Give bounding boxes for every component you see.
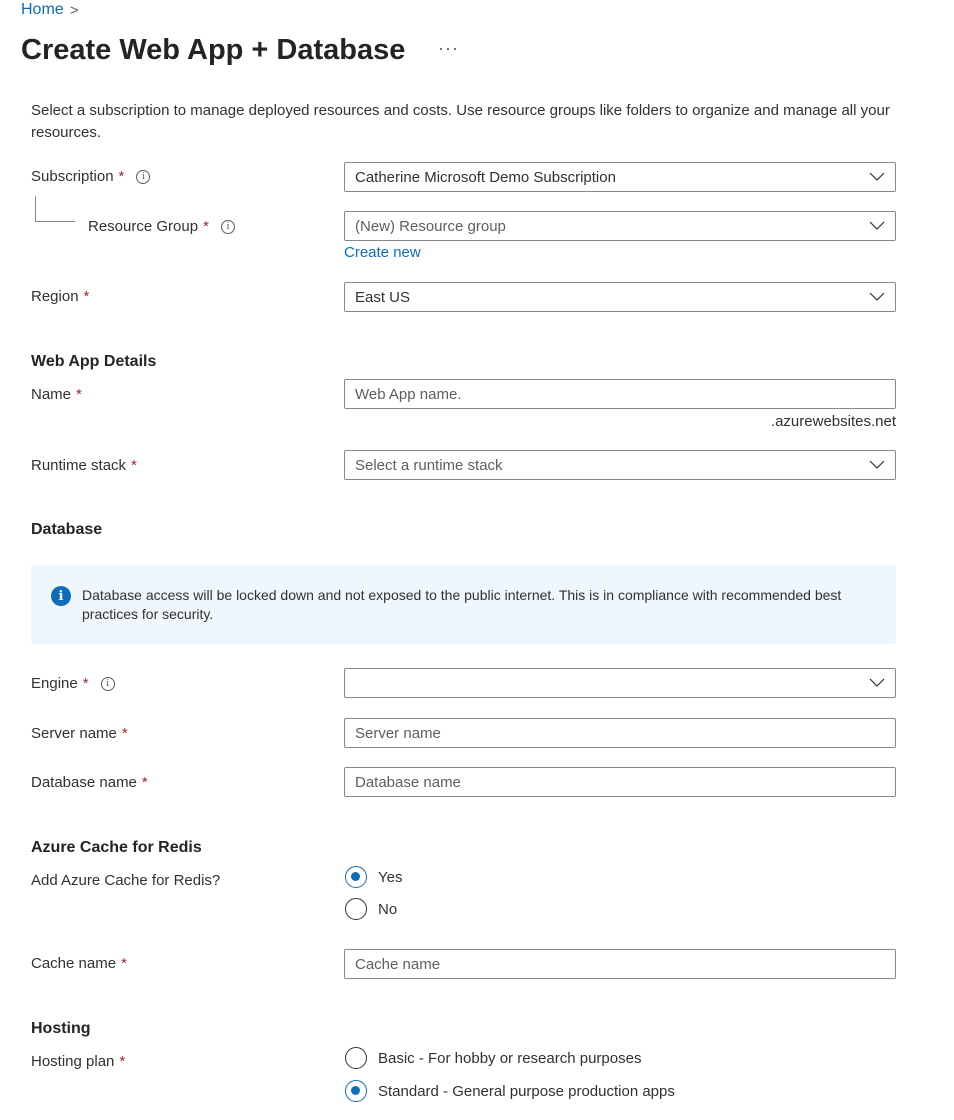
tree-connector <box>35 196 36 221</box>
redis-yes-radio[interactable]: Yes <box>345 866 402 888</box>
region-label: Region * <box>31 288 89 305</box>
resource-group-dropdown[interactable]: (New) Resource group <box>344 211 896 241</box>
required-marker: * <box>141 774 148 791</box>
domain-suffix: .azurewebsites.net <box>770 413 896 430</box>
chevron-down-icon <box>869 292 885 301</box>
redis-heading: Azure Cache for Redis <box>31 839 202 856</box>
radio-unselected-icon <box>345 1047 367 1069</box>
cache-name-placeholder: Cache name <box>355 955 441 973</box>
more-options-icon[interactable]: ··· <box>438 38 459 59</box>
required-marker: * <box>121 955 127 972</box>
tree-connector <box>35 221 75 222</box>
runtime-stack-label: Runtime stack * <box>31 457 137 474</box>
region-dropdown[interactable]: East US <box>344 282 896 312</box>
runtime-stack-dropdown[interactable]: Select a runtime stack <box>344 450 896 480</box>
engine-label-text: Engine <box>31 675 78 692</box>
required-marker: * <box>76 386 82 403</box>
cache-name-label: Cache name * <box>31 955 127 972</box>
runtime-stack-placeholder: Select a runtime stack <box>355 456 503 474</box>
engine-label: Engine * i <box>31 675 115 692</box>
database-heading: Database <box>31 521 103 538</box>
redis-yes-label: Yes <box>378 868 403 886</box>
chevron-down-icon <box>869 460 885 469</box>
hosting-standard-label: Standard - General purpose production ap… <box>378 1082 675 1100</box>
web-app-details-heading: Web App Details <box>31 353 157 370</box>
redis-no-label: No <box>378 900 398 918</box>
radio-selected-icon <box>345 1080 367 1102</box>
database-name-input[interactable]: Database name <box>344 767 896 797</box>
resource-group-label: Resource Group * i <box>88 218 235 235</box>
intro-text: Select a subscription to manage deployed… <box>31 102 890 141</box>
server-name-input[interactable]: Server name <box>344 718 896 748</box>
database-name-placeholder: Database name <box>355 773 461 791</box>
create-new-link[interactable]: Create new <box>344 244 421 261</box>
name-label-text: Name <box>31 386 72 403</box>
chevron-down-icon <box>869 172 885 181</box>
info-icon[interactable]: i <box>220 219 235 234</box>
region-label-text: Region <box>31 288 79 305</box>
chevron-down-icon <box>869 221 885 230</box>
info-icon[interactable]: i <box>136 169 151 184</box>
info-filled-icon: i <box>51 586 71 606</box>
chevron-down-icon <box>869 678 885 687</box>
info-banner-text: Database access will be locked down and … <box>82 587 842 622</box>
subscription-dropdown[interactable]: Catherine Microsoft Demo Subscription <box>344 162 896 192</box>
required-marker: * <box>121 725 128 742</box>
required-marker: * <box>118 168 125 185</box>
server-name-label: Server name * <box>31 725 128 742</box>
add-redis-label: Add Azure Cache for Redis? <box>31 872 221 889</box>
region-value: East US <box>355 288 411 306</box>
hosting-plan-label: Hosting plan * <box>31 1053 125 1070</box>
web-app-name-input[interactable]: Web App name. <box>344 379 896 409</box>
required-marker: * <box>83 288 90 305</box>
hosting-basic-label: Basic - For hobby or research purposes <box>378 1049 642 1067</box>
cache-name-input[interactable]: Cache name <box>344 949 896 979</box>
radio-unselected-icon <box>345 898 367 920</box>
resource-group-value: (New) Resource group <box>355 217 506 235</box>
required-marker: * <box>203 218 209 235</box>
database-name-label-text: Database name <box>31 774 137 791</box>
page-title: Create Web App + Database <box>21 34 406 66</box>
subscription-label: Subscription * i <box>31 168 151 185</box>
breadcrumb-home-link[interactable]: Home <box>21 1 64 19</box>
required-marker: * <box>82 675 89 692</box>
hosting-basic-radio[interactable]: Basic - For hobby or research purposes <box>345 1047 641 1069</box>
runtime-stack-label-text: Runtime stack <box>31 457 127 474</box>
hosting-plan-label-text: Hosting plan <box>31 1053 115 1070</box>
database-name-label: Database name * <box>31 774 148 791</box>
required-marker: * <box>131 457 137 474</box>
name-label: Name * <box>31 386 82 403</box>
resource-group-label-text: Resource Group <box>88 218 199 235</box>
web-app-name-placeholder: Web App name. <box>355 385 462 403</box>
redis-no-radio[interactable]: No <box>345 898 397 920</box>
hosting-standard-radio[interactable]: Standard - General purpose production ap… <box>345 1080 675 1102</box>
subscription-label-text: Subscription <box>31 168 114 185</box>
subscription-value: Catherine Microsoft Demo Subscription <box>355 168 616 186</box>
server-name-label-text: Server name <box>31 725 117 742</box>
info-icon[interactable]: i <box>100 676 115 691</box>
server-name-placeholder: Server name <box>355 724 441 742</box>
engine-dropdown[interactable] <box>344 668 896 698</box>
chevron-right-icon: > <box>69 1 79 19</box>
cache-name-label-text: Cache name <box>31 955 117 972</box>
radio-selected-icon <box>345 866 367 888</box>
hosting-heading: Hosting <box>31 1020 91 1037</box>
required-marker: * <box>119 1053 126 1070</box>
breadcrumb: Home > <box>21 1 78 19</box>
